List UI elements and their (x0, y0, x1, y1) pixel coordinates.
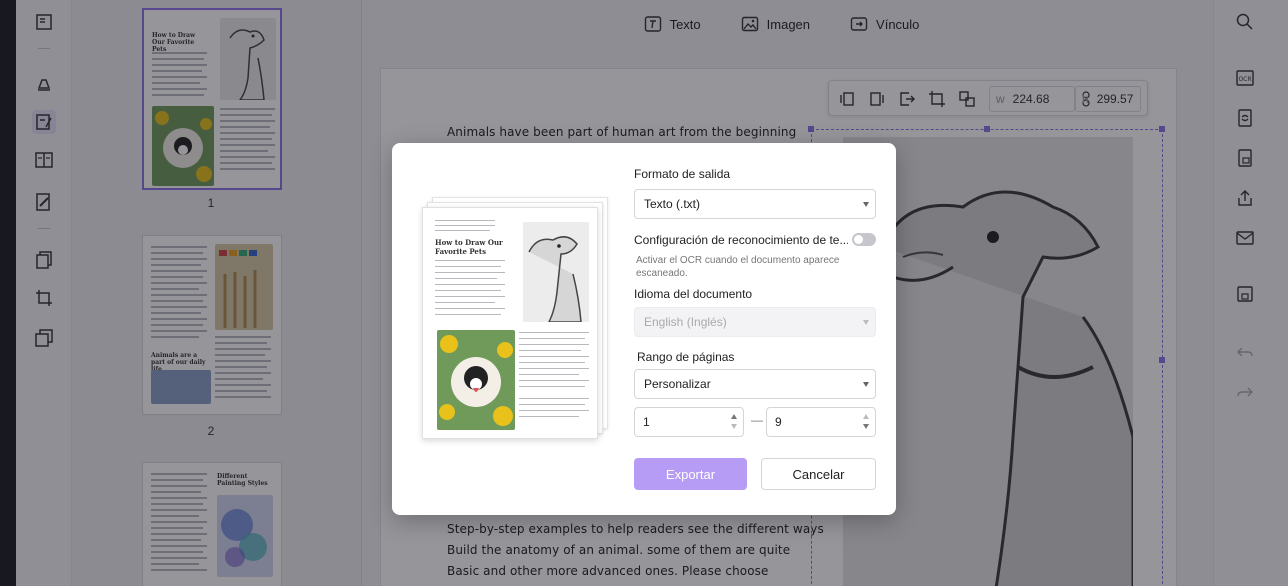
language-select[interactable]: English (Inglés) (634, 307, 876, 337)
preview-dog-portrait (437, 330, 515, 430)
preview-page: How to Draw Our Favorite Pets (422, 207, 598, 439)
output-format-select[interactable]: Texto (.txt) (634, 189, 876, 219)
preview-title: How to Draw Our Favorite Pets (435, 238, 503, 256)
export-dialog: How to Draw Our Favorite Pets Formato de… (392, 143, 896, 515)
range-from-value: 1 (643, 415, 650, 429)
language-label: Idioma del documento (634, 287, 753, 301)
toggle-knob (854, 235, 863, 244)
range-to-stepper[interactable]: 9 (766, 407, 876, 437)
range-separator: — (751, 413, 763, 427)
export-button[interactable]: Exportar (634, 458, 747, 490)
page-range-label: Rango de páginas (637, 350, 735, 364)
ocr-setting-label: Configuración de reconocimiento de te... (634, 233, 848, 247)
range-to-value: 9 (775, 415, 782, 429)
decrement-icon[interactable] (731, 424, 737, 429)
output-format-label: Formato de salida (634, 167, 731, 181)
document-preview: How to Draw Our Favorite Pets (422, 197, 608, 441)
language-value: English (Inglés) (644, 315, 727, 329)
decrement-icon[interactable] (863, 424, 869, 429)
increment-icon[interactable] (731, 414, 737, 419)
ocr-hint: Activar el OCR cuando el documento apare… (636, 255, 840, 279)
page-range-select[interactable]: Personalizar (634, 369, 876, 399)
chevron-down-icon (863, 382, 869, 387)
page-range-value: Personalizar (644, 377, 711, 391)
chevron-down-icon (863, 202, 869, 207)
preview-dog-sketch (523, 222, 589, 323)
output-format-value: Texto (.txt) (644, 197, 701, 211)
chevron-down-icon (863, 320, 869, 325)
increment-icon[interactable] (863, 414, 869, 419)
app-window: How to Draw Our Favorite Pets 1 Animals … (0, 0, 1288, 586)
range-from-stepper[interactable]: 1 (634, 407, 744, 437)
ocr-toggle[interactable] (852, 233, 876, 246)
cancel-button[interactable]: Cancelar (761, 458, 876, 490)
